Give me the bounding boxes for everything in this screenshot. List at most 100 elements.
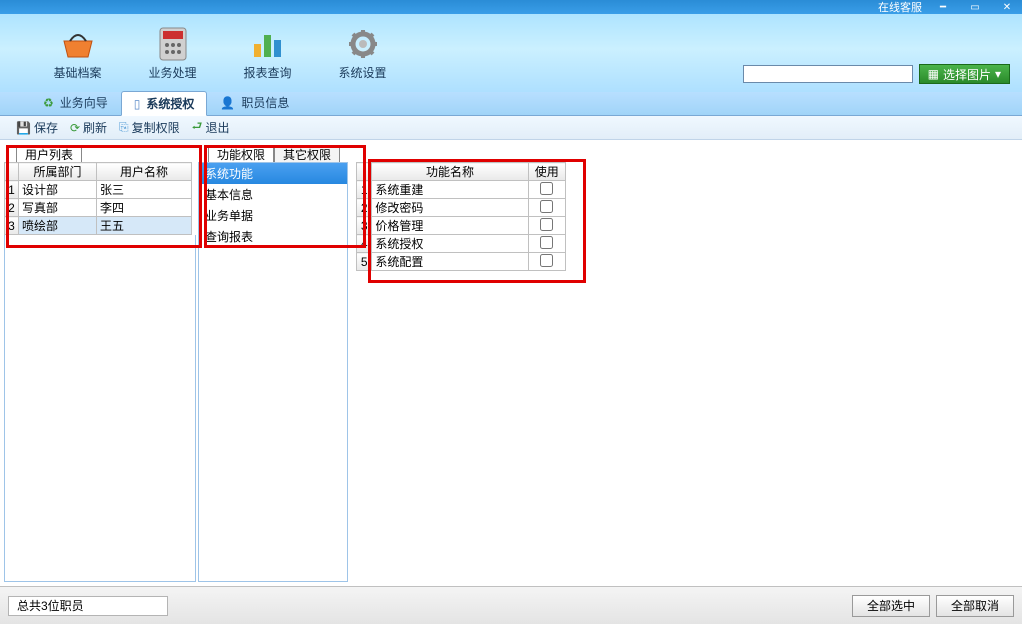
gear-icon [345, 26, 381, 62]
use-checkbox[interactable] [540, 254, 553, 267]
exit-button[interactable]: ⮐ 退出 [186, 115, 236, 140]
rownum: 3 [357, 217, 372, 235]
main-tabbar: ♻ 业务向导 ▯ 系统授权 👤 职员信息 [0, 92, 1022, 116]
table-row[interactable]: 2 修改密码 [357, 199, 566, 217]
bar-chart-icon [250, 26, 286, 62]
basket-icon [60, 26, 96, 62]
cell-name: 李四 [97, 199, 192, 217]
save-icon: 💾 [16, 121, 31, 135]
person-icon: 👤 [220, 96, 235, 110]
table-row[interactable]: 2 写真部 李四 [5, 199, 192, 217]
user-list-panel: 用户列表 所属部门 用户名称 1 设计部 张三 2 写真部 李四 [4, 144, 196, 582]
rownum: 2 [357, 199, 372, 217]
use-checkbox[interactable] [540, 236, 553, 249]
select-image-label: 选择图片 [943, 66, 991, 83]
func-item-reports[interactable]: 查询报表 [199, 226, 347, 247]
search-input[interactable] [743, 65, 913, 83]
ribbon-business-process[interactable]: 业务处理 [125, 26, 220, 81]
row-header-blank [5, 163, 19, 181]
ribbon-basic-archive[interactable]: 基础档案 [30, 26, 125, 81]
rownum: 3 [5, 217, 19, 235]
permission-table-panel: 功能名称 使用 1 系统重建 2 修改密码 3 价格管理 4 系统授权 [356, 144, 566, 582]
cell-name: 张三 [97, 181, 192, 199]
rownum: 5 [357, 253, 372, 271]
ribbon-toolbar: 基础档案 业务处理 报表查询 系统设置 ▦ 选择图片 ▾ [0, 14, 1022, 92]
table-row[interactable]: 3 价格管理 [357, 217, 566, 235]
titlebar: 在线客服 ━ ▭ ✕ [0, 0, 1022, 14]
table-row[interactable]: 1 系统重建 [357, 181, 566, 199]
toolbtn-label: 保存 [34, 119, 58, 136]
toolbtn-label: 退出 [205, 119, 229, 136]
col-dept[interactable]: 所属部门 [19, 163, 97, 181]
col-use[interactable]: 使用 [528, 163, 565, 181]
refresh-button[interactable]: ⟳ 刷新 [64, 117, 113, 138]
func-perm-tab[interactable]: 功能权限 [208, 145, 274, 162]
cell-dept: 写真部 [19, 199, 97, 217]
col-func-name[interactable]: 功能名称 [372, 163, 528, 181]
user-list-tab[interactable]: 用户列表 [16, 145, 82, 162]
ribbon-label: 业务处理 [148, 64, 196, 81]
function-permission-panel: 功能权限 其它权限 系统功能 基本信息 业务单据 查询报表 [198, 144, 354, 582]
cell-name: 修改密码 [372, 199, 528, 217]
toolbtn-label: 刷新 [83, 119, 107, 136]
ribbon-system-settings[interactable]: 系统设置 [315, 26, 410, 81]
function-list: 系统功能 基本信息 业务单据 查询报表 [198, 162, 348, 582]
cell-name: 价格管理 [372, 217, 528, 235]
use-checkbox[interactable] [540, 200, 553, 213]
toolbtn-label: 复制权限 [132, 119, 180, 136]
cell-name: 系统重建 [372, 181, 528, 199]
other-perm-tab[interactable]: 其它权限 [274, 145, 340, 162]
close-button[interactable]: ✕ [996, 1, 1018, 13]
function-list-header[interactable]: 系统功能 [199, 163, 347, 184]
use-checkbox[interactable] [540, 182, 553, 195]
func-item-docs[interactable]: 业务单据 [199, 205, 347, 226]
tab-wizard[interactable]: ♻ 业务向导 [30, 90, 121, 115]
rownum: 4 [357, 235, 372, 253]
ribbon-report-query[interactable]: 报表查询 [220, 26, 315, 81]
tab-label: 系统授权 [146, 95, 194, 112]
select-image-button[interactable]: ▦ 选择图片 ▾ [919, 64, 1010, 84]
refresh-icon: ⟳ [70, 121, 80, 135]
user-table: 所属部门 用户名称 1 设计部 张三 2 写真部 李四 3 喷绘部 王五 [4, 162, 192, 235]
cell-dept: 喷绘部 [19, 217, 97, 235]
exit-icon: ⮐ [192, 117, 203, 138]
ribbon-label: 系统设置 [338, 64, 386, 81]
table-row[interactable]: 1 设计部 张三 [5, 181, 192, 199]
ribbon-label: 基础档案 [53, 64, 101, 81]
permission-table: 功能名称 使用 1 系统重建 2 修改密码 3 价格管理 4 系统授权 [356, 162, 566, 271]
copy-permission-button[interactable]: ⎘ 复制权限 [113, 117, 186, 138]
table-row[interactable]: 4 系统授权 [357, 235, 566, 253]
cell-name: 王五 [97, 217, 192, 235]
maximize-button[interactable]: ▭ [964, 1, 986, 13]
table-row[interactable]: 3 喷绘部 王五 [5, 217, 192, 235]
use-checkbox[interactable] [540, 218, 553, 231]
dropdown-icon: ▾ [995, 67, 1001, 81]
document-icon: ▯ [134, 97, 141, 111]
workarea: 用户列表 所属部门 用户名称 1 设计部 张三 2 写真部 李四 [0, 140, 1022, 586]
rownum: 1 [357, 181, 372, 199]
tab-label: 职员信息 [241, 94, 289, 111]
cell-name: 系统配置 [372, 253, 528, 271]
online-service-link[interactable]: 在线客服 [878, 0, 922, 15]
rownum: 1 [5, 181, 19, 199]
tab-staff-info[interactable]: 👤 职员信息 [207, 90, 302, 115]
status-bar: 总共3位职员 全部选中 全部取消 [0, 586, 1022, 624]
copy-icon: ⎘ [119, 120, 129, 135]
ribbon-label: 报表查询 [243, 64, 291, 81]
tab-system-auth[interactable]: ▯ 系统授权 [121, 91, 208, 116]
minimize-button[interactable]: ━ [932, 1, 954, 13]
select-all-button[interactable]: 全部选中 [852, 595, 930, 617]
col-name[interactable]: 用户名称 [97, 163, 192, 181]
cell-name: 系统授权 [372, 235, 528, 253]
calculator-icon [155, 26, 191, 62]
tab-label: 业务向导 [60, 94, 108, 111]
func-item-basic[interactable]: 基本信息 [199, 184, 347, 205]
save-button[interactable]: 💾 保存 [10, 117, 64, 138]
wizard-icon: ♻ [43, 96, 54, 110]
table-row[interactable]: 5 系统配置 [357, 253, 566, 271]
cell-dept: 设计部 [19, 181, 97, 199]
image-icon: ▦ [928, 67, 939, 81]
deselect-all-button[interactable]: 全部取消 [936, 595, 1014, 617]
row-header-blank [357, 163, 372, 181]
rownum: 2 [5, 199, 19, 217]
